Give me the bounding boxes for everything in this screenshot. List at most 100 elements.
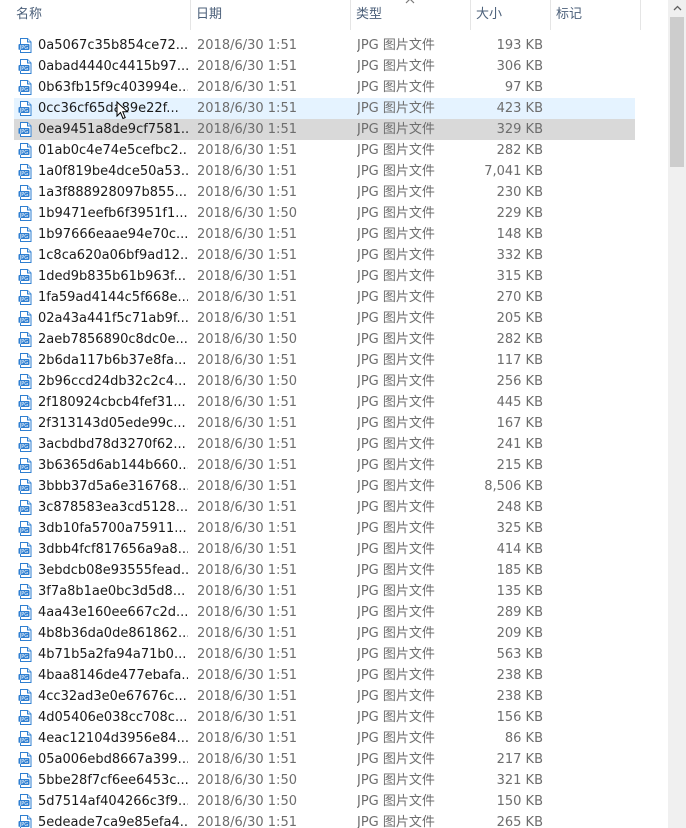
jpg-file-icon: JPG — [18, 731, 33, 746]
file-size: 148 KB — [496, 227, 543, 242]
file-row[interactable]: JPG 4aa43e160ee667c2d... 2018/6/30 1:51 JP… — [0, 602, 668, 623]
file-row[interactable]: JPG 4b71b5a2fa94a71b0... 2018/6/30 1:51 JP… — [0, 644, 668, 665]
svg-text:JPG: JPG — [19, 780, 28, 786]
column-header-tag[interactable]: 标记 — [550, 0, 640, 30]
file-row[interactable]: JPG 4cc32ad3e0e67676c... 2018/6/30 1:51 JP… — [0, 686, 668, 707]
file-row[interactable]: JPG 0b63fb15f9c403994e... 2018/6/30 1:51 J… — [0, 77, 668, 98]
file-row[interactable]: JPG 2f180924cbcb4fef31... 2018/6/30 1:51 J… — [0, 392, 668, 413]
file-type: JPG 图片文件 — [357, 689, 435, 704]
file-date: 2018/6/30 1:51 — [197, 38, 297, 53]
file-size: 414 KB — [496, 542, 543, 557]
jpg-file-icon: JPG — [18, 563, 33, 578]
file-row[interactable]: JPG 1a3f888928097b855... 2018/6/30 1:51 JP… — [0, 182, 668, 203]
file-name: 1fa59ad4144c5f668e... — [38, 290, 188, 305]
file-row[interactable]: JPG 2aeb7856890c8dc0e... 2018/6/30 1:50 JP… — [0, 329, 668, 350]
file-row[interactable]: JPG 4baa8146de477ebafa... 2018/6/30 1:51 J… — [0, 665, 668, 686]
jpg-file-icon: JPG — [18, 689, 33, 704]
file-date: 2018/6/30 1:51 — [197, 227, 297, 242]
file-name: 2f313143d05ede99c... — [38, 416, 186, 431]
svg-text:JPG: JPG — [19, 423, 28, 429]
file-row[interactable]: JPG 0abad4440c4415b97... 2018/6/30 1:51 JP… — [0, 56, 668, 77]
file-row[interactable]: JPG 1fa59ad4144c5f668e... 2018/6/30 1:51 J… — [0, 287, 668, 308]
file-row[interactable]: JPG 1ded9b835b61b963f... 2018/6/30 1:51 JP… — [0, 266, 668, 287]
file-row[interactable]: JPG 3bbb37d5a6e316768... 2018/6/30 1:51 JP… — [0, 476, 668, 497]
jpg-file-icon: JPG — [18, 164, 33, 179]
svg-text:JPG: JPG — [19, 465, 28, 471]
file-name: 3ebdcb08e93555fead... — [38, 563, 188, 578]
file-row[interactable]: JPG 4b8b36da0de861862... 2018/6/30 1:51 JP… — [0, 623, 668, 644]
file-date: 2018/6/30 1:51 — [197, 437, 297, 452]
file-row[interactable]: JPG 5edeade7ca9e85efa4... 2018/6/30 1:51 J… — [0, 812, 668, 828]
file-type: JPG 图片文件 — [357, 353, 435, 368]
file-size: 135 KB — [496, 584, 543, 599]
jpg-file-icon: JPG — [18, 794, 33, 809]
column-header-name[interactable]: 名称 — [10, 0, 190, 30]
file-date: 2018/6/30 1:51 — [197, 80, 297, 95]
file-type: JPG 图片文件 — [357, 563, 435, 578]
file-row[interactable]: JPG 3f7a8b1ae0bc3d5d8... 2018/6/30 1:51 JP… — [0, 581, 668, 602]
scrollbar-thumb[interactable] — [670, 17, 684, 167]
file-name: 4aa43e160ee667c2d... — [38, 605, 188, 620]
vertical-scrollbar[interactable] — [668, 0, 686, 828]
file-date: 2018/6/30 1:50 — [197, 206, 297, 221]
file-row[interactable]: JPG 4eac12104d3956e84... 2018/6/30 1:51 JP… — [0, 728, 668, 749]
column-header-size-label: 大小 — [476, 7, 503, 22]
file-row[interactable]: JPG 3dbb4fcf817656a9a8... 2018/6/30 1:51 J… — [0, 539, 668, 560]
file-type: JPG 图片文件 — [357, 773, 435, 788]
svg-text:JPG: JPG — [19, 591, 28, 597]
file-type: JPG 图片文件 — [357, 794, 435, 809]
file-row[interactable]: JPG 4d05406e038cc708c... 2018/6/30 1:51 JP… — [0, 707, 668, 728]
file-size: 209 KB — [496, 626, 543, 641]
file-row[interactable]: JPG 1a0f819be4dce50a53... 2018/6/30 1:51 J… — [0, 161, 668, 182]
file-name: 1b9471eefb6f3951f1... — [38, 206, 188, 221]
file-name: 2b6da117b6b37e8fa... — [38, 353, 187, 368]
file-name: 02a43a441f5c71ab9f... — [38, 311, 188, 326]
file-size: 325 KB — [496, 521, 543, 536]
svg-text:JPG: JPG — [19, 570, 28, 576]
jpg-file-icon: JPG — [18, 542, 33, 557]
file-row[interactable]: JPG 3b6365d6ab144b660... 2018/6/30 1:51 JP… — [0, 455, 668, 476]
scroll-up-arrow-icon[interactable] — [668, 0, 686, 17]
file-name: 4cc32ad3e0e67676c... — [38, 689, 187, 704]
file-type: JPG 图片文件 — [357, 80, 435, 95]
file-size: 156 KB — [496, 710, 543, 725]
file-size: 289 KB — [496, 605, 543, 620]
file-row[interactable]: JPG 2f313143d05ede99c... 2018/6/30 1:51 JP… — [0, 413, 668, 434]
svg-text:JPG: JPG — [19, 507, 28, 513]
file-row[interactable]: JPG 5d7514af404266c3f9... 2018/6/30 1:50 J… — [0, 791, 668, 812]
file-row[interactable]: JPG 1b97666eaae94e70c... 2018/6/30 1:51 JP… — [0, 224, 668, 245]
file-row[interactable]: JPG 2b96ccd24db32c2c4... 2018/6/30 1:50 JP… — [0, 371, 668, 392]
file-row[interactable]: JPG 0ea9451a8de9cf7581... 2018/6/30 1:51 J… — [0, 119, 668, 140]
file-row[interactable]: JPG 01ab0c4e74e5cefbc2... 2018/6/30 1:51 J… — [0, 140, 668, 161]
file-row[interactable]: JPG 5bbe28f7cf6ee6453c... 2018/6/30 1:50 J… — [0, 770, 668, 791]
column-header-date[interactable]: 日期 — [190, 0, 350, 30]
file-date: 2018/6/30 1:51 — [197, 584, 297, 599]
file-row[interactable]: JPG 1b9471eefb6f3951f1... 2018/6/30 1:50 J… — [0, 203, 668, 224]
file-row[interactable]: JPG 1c8ca620a06bf9ad12... 2018/6/30 1:51 J… — [0, 245, 668, 266]
file-date: 2018/6/30 1:51 — [197, 458, 297, 473]
file-date: 2018/6/30 1:51 — [197, 710, 297, 725]
file-name: 4b8b36da0de861862... — [38, 626, 188, 641]
column-header-size[interactable]: 大小 — [470, 0, 550, 30]
file-name: 05a006ebd8667a399... — [38, 752, 188, 767]
file-name: 2aeb7856890c8dc0e... — [38, 332, 188, 347]
file-row[interactable]: JPG 3db10fa5700a75911... 2018/6/30 1:51 JP… — [0, 518, 668, 539]
file-name: 0b63fb15f9c403994e... — [38, 80, 188, 95]
file-row[interactable]: JPG 3c878583ea3cd5128... 2018/6/30 1:51 JP… — [0, 497, 668, 518]
file-name: 1ded9b835b61b963f... — [38, 269, 186, 284]
file-row[interactable]: JPG 0cc36cf65da89e22f... 2018/6/30 1:51 JP… — [0, 98, 668, 119]
file-type: JPG 图片文件 — [357, 227, 435, 242]
file-row[interactable]: JPG 3ebdcb08e93555fead... 2018/6/30 1:51 J… — [0, 560, 668, 581]
jpg-file-icon: JPG — [18, 416, 33, 431]
file-row[interactable]: JPG 0a5067c35b854ce72... 2018/6/30 1:51 JP… — [0, 35, 668, 56]
file-row[interactable]: JPG 2b6da117b6b37e8fa... 2018/6/30 1:51 JP… — [0, 350, 668, 371]
jpg-file-icon: JPG — [18, 332, 33, 347]
file-date: 2018/6/30 1:51 — [197, 416, 297, 431]
svg-text:JPG: JPG — [19, 633, 28, 639]
file-date: 2018/6/30 1:51 — [197, 353, 297, 368]
file-row[interactable]: JPG 05a006ebd8667a399... 2018/6/30 1:51 JP… — [0, 749, 668, 770]
file-row[interactable]: JPG 02a43a441f5c71ab9f... 2018/6/30 1:51 J… — [0, 308, 668, 329]
column-header-tag-label: 标记 — [556, 7, 583, 22]
column-divider[interactable] — [640, 0, 641, 30]
file-row[interactable]: JPG 3acbdbd78d3270f62... 2018/6/30 1:51 JP… — [0, 434, 668, 455]
